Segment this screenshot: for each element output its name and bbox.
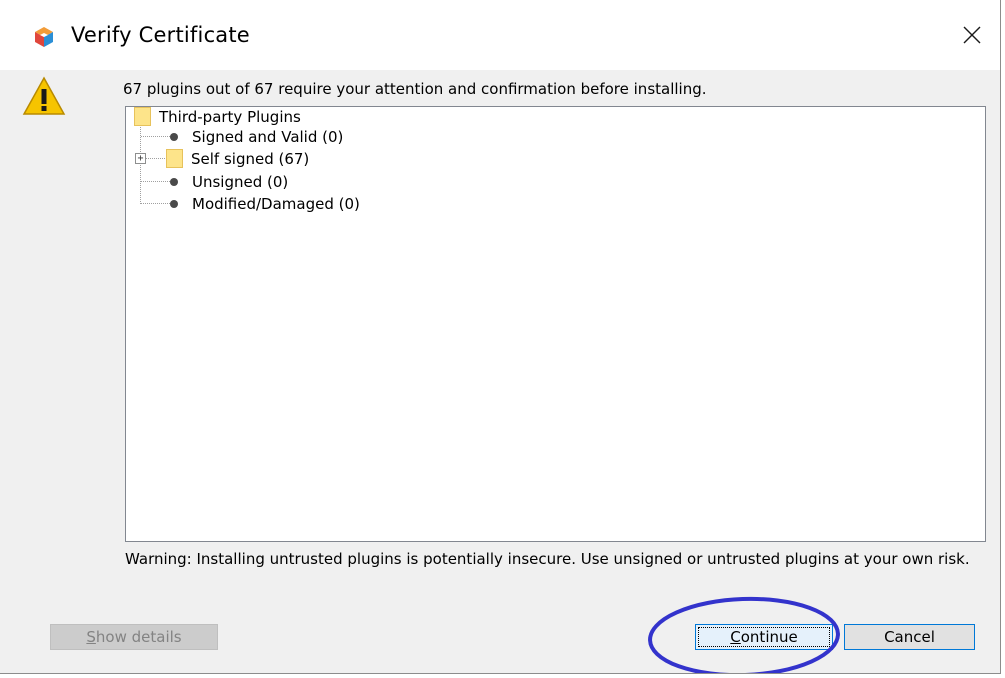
show-details-label: how details	[95, 628, 182, 646]
leaf-bullet-icon	[170, 178, 178, 186]
attention-message: 67 plugins out of 67 require your attent…	[123, 80, 707, 98]
show-details-mnemonic: S	[86, 628, 96, 646]
close-button[interactable]	[950, 16, 994, 54]
cancel-button[interactable]: Cancel	[844, 624, 975, 650]
tree-item-self-signed[interactable]: Self signed (67)	[166, 149, 309, 168]
tree-item-label: Unsigned (0)	[192, 173, 289, 191]
close-icon	[963, 26, 981, 44]
folder-icon	[134, 107, 151, 126]
dialog-title: Verify Certificate	[71, 23, 250, 47]
highlight-circle-annotation	[648, 596, 840, 673]
plus-expander-icon[interactable]: +	[135, 153, 146, 164]
leaf-bullet-icon	[170, 200, 178, 208]
tree-item-label: Signed and Valid (0)	[192, 128, 344, 146]
verify-certificate-dialog: Verify Certificate 67 plugins out of 67 …	[0, 0, 1001, 674]
tree-item-label: Modified/Damaged (0)	[192, 195, 360, 213]
tree-root-third-party[interactable]: Third-party Plugins	[134, 107, 301, 126]
tree-item-modified-damaged[interactable]: Modified/Damaged (0)	[170, 195, 360, 213]
tree-item-signed-valid[interactable]: Signed and Valid (0)	[170, 128, 343, 146]
cancel-label: Cancel	[884, 628, 935, 646]
app-cube-icon	[35, 27, 53, 47]
tree-item-unsigned[interactable]: Unsigned (0)	[170, 173, 288, 191]
tree-root-label: Third-party Plugins	[159, 107, 301, 126]
folder-icon	[166, 149, 183, 168]
warning-icon	[22, 76, 66, 115]
leaf-bullet-icon	[170, 133, 178, 141]
security-warning-text: Warning: Installing untrusted plugins is…	[125, 550, 970, 568]
show-details-button[interactable]: Show details	[50, 624, 218, 650]
title-bar[interactable]: Verify Certificate	[0, 0, 1000, 70]
certificate-tree[interactable]: Third-party Plugins Signed and Valid (0)…	[125, 106, 986, 542]
tree-item-label: Self signed (67)	[191, 149, 310, 168]
